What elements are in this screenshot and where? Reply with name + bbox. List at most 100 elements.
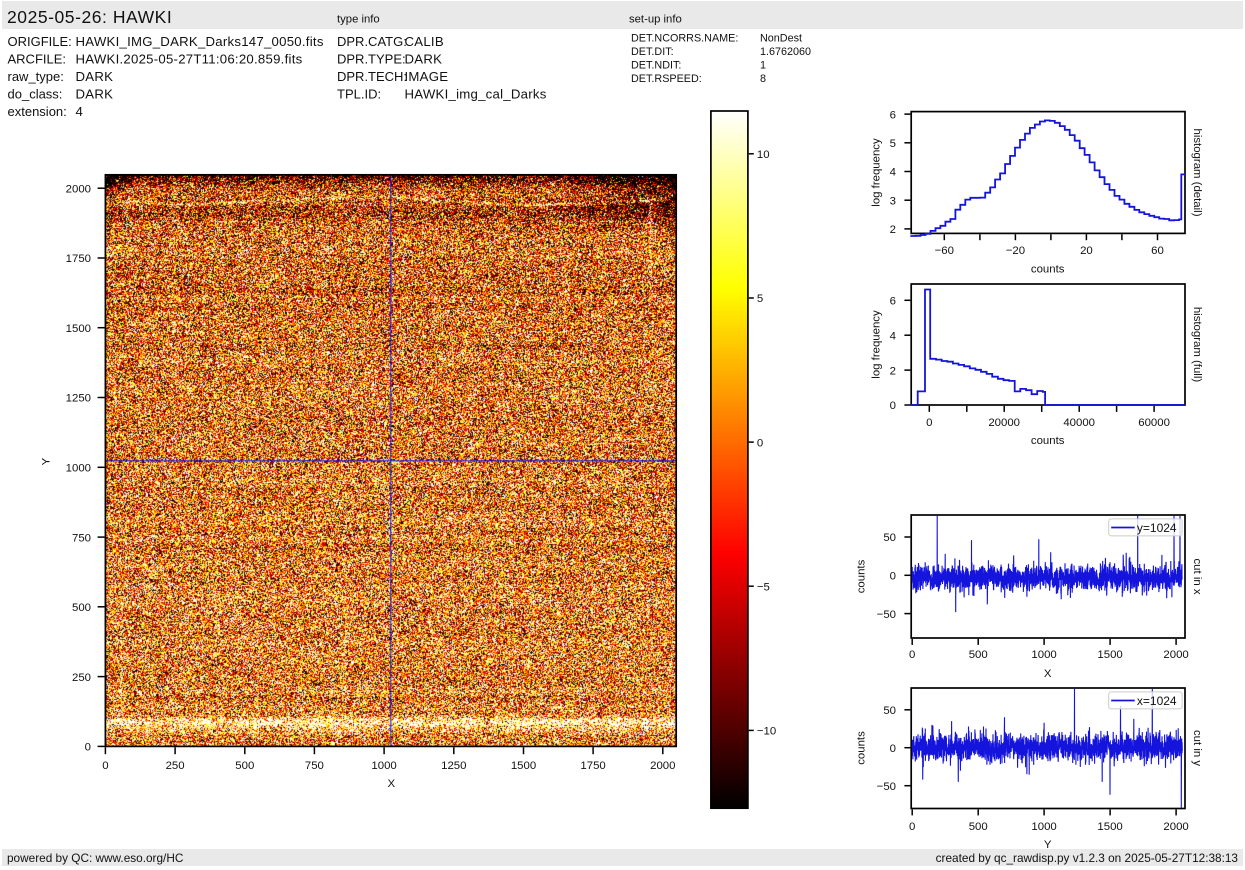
svg-text:DET.NDIT:: DET.NDIT: [631, 60, 681, 72]
svg-text:4: 4 [76, 104, 84, 119]
svg-text:HAWKI_img_cal_Darks: HAWKI_img_cal_Darks [405, 87, 547, 102]
svg-text:0: 0 [890, 743, 896, 755]
svg-text:−60: −60 [935, 245, 954, 257]
svg-text:4: 4 [890, 330, 896, 342]
svg-text:−20: −20 [1006, 245, 1025, 257]
svg-text:8: 8 [760, 73, 766, 85]
svg-text:1250: 1250 [441, 760, 466, 772]
svg-text:250: 250 [72, 672, 91, 684]
svg-text:−10: −10 [757, 726, 776, 738]
svg-text:do_class:: do_class: [8, 87, 63, 102]
svg-text:raw_type:: raw_type: [8, 69, 64, 84]
svg-text:−50: −50 [877, 609, 896, 621]
svg-text:y=1024: y=1024 [1137, 521, 1177, 535]
svg-text:0: 0 [890, 571, 896, 583]
svg-text:NonDest: NonDest [760, 33, 802, 45]
svg-text:−5: −5 [757, 582, 770, 594]
svg-text:DARK: DARK [76, 69, 114, 84]
svg-text:750: 750 [305, 760, 324, 772]
svg-text:DET.DIT:: DET.DIT: [631, 46, 674, 58]
svg-text:type info: type info [337, 14, 380, 26]
svg-text:0: 0 [757, 437, 763, 449]
svg-text:DPR.TECH:: DPR.TECH: [337, 69, 407, 84]
svg-text:500: 500 [235, 760, 254, 772]
svg-text:DARK: DARK [76, 87, 114, 102]
svg-text:counts: counts [1031, 264, 1065, 276]
svg-text:6: 6 [890, 109, 896, 121]
svg-text:1500: 1500 [511, 760, 536, 772]
svg-text:DPR.CATG:: DPR.CATG: [337, 34, 407, 49]
svg-text:−50: −50 [877, 781, 896, 793]
svg-text:5: 5 [757, 293, 763, 305]
svg-text:2000: 2000 [1163, 649, 1188, 661]
svg-text:1500: 1500 [1097, 821, 1122, 833]
svg-text:20: 20 [1080, 245, 1093, 257]
svg-text:X: X [1044, 668, 1052, 680]
svg-text:extension:: extension: [8, 104, 67, 119]
svg-text:60000: 60000 [1138, 417, 1170, 429]
svg-text:powered by QC: www.eso.org/HC: powered by QC: www.eso.org/HC [7, 851, 184, 865]
svg-text:0: 0 [909, 821, 915, 833]
svg-text:4: 4 [890, 167, 896, 179]
svg-text:1000: 1000 [66, 463, 91, 475]
svg-text:20000: 20000 [988, 417, 1020, 429]
svg-text:CALIB: CALIB [405, 34, 444, 49]
svg-text:IMAGE: IMAGE [405, 69, 449, 84]
svg-text:1000: 1000 [1031, 821, 1056, 833]
svg-text:500: 500 [72, 602, 91, 614]
svg-text:counts: counts [1031, 435, 1065, 447]
svg-text:X: X [387, 778, 395, 790]
svg-text:2000: 2000 [650, 760, 675, 772]
svg-text:HAWKI_IMG_DARK_Darks147_0050.f: HAWKI_IMG_DARK_Darks147_0050.fits [76, 34, 324, 49]
svg-text:DPR.TYPE:: DPR.TYPE: [337, 52, 406, 67]
svg-text:60: 60 [1151, 245, 1164, 257]
svg-text:10: 10 [757, 149, 770, 161]
svg-text:x=1024: x=1024 [1137, 694, 1177, 708]
svg-text:0: 0 [926, 417, 932, 429]
svg-text:set-up info: set-up info [629, 14, 682, 26]
svg-text:50: 50 [883, 705, 896, 717]
svg-text:0: 0 [890, 400, 896, 412]
svg-text:50: 50 [883, 532, 896, 544]
svg-text:750: 750 [72, 532, 91, 544]
svg-text:2025-05-26: HAWKI: 2025-05-26: HAWKI [7, 7, 172, 27]
svg-text:3: 3 [890, 195, 896, 207]
svg-text:1000: 1000 [371, 760, 396, 772]
svg-text:2000: 2000 [1163, 821, 1188, 833]
svg-text:ARCFILE:: ARCFILE: [8, 52, 67, 67]
svg-text:0: 0 [85, 742, 91, 754]
svg-text:log frequency: log frequency [871, 310, 883, 379]
svg-text:HAWKI.2025-05-27T11:06:20.859.: HAWKI.2025-05-27T11:06:20.859.fits [76, 52, 303, 67]
svg-text:log frequency: log frequency [871, 138, 883, 207]
svg-text:1250: 1250 [66, 393, 91, 405]
svg-text:1500: 1500 [1097, 649, 1122, 661]
svg-text:0: 0 [909, 649, 915, 661]
svg-text:0: 0 [102, 760, 108, 772]
svg-text:Y: Y [41, 457, 53, 465]
svg-text:40000: 40000 [1063, 417, 1095, 429]
svg-text:Y: Y [1044, 839, 1052, 851]
svg-text:DARK: DARK [405, 52, 443, 67]
svg-text:1500: 1500 [66, 323, 91, 335]
svg-text:2: 2 [890, 365, 896, 377]
svg-text:250: 250 [166, 760, 185, 772]
svg-text:2000: 2000 [66, 183, 91, 195]
svg-text:1.6762060: 1.6762060 [760, 46, 811, 58]
svg-text:TPL.ID:: TPL.ID: [337, 87, 381, 102]
svg-text:500: 500 [969, 649, 988, 661]
svg-text:2: 2 [890, 224, 896, 236]
svg-text:cut in y: cut in y [1191, 730, 1203, 766]
svg-text:created by qc_rawdisp.py v1.2.: created by qc_rawdisp.py v1.2.3 on 2025-… [936, 851, 1239, 865]
svg-text:histogram (detail): histogram (detail) [1191, 129, 1203, 217]
svg-text:DET.RSPEED:: DET.RSPEED: [631, 73, 702, 85]
svg-text:1: 1 [760, 60, 766, 72]
svg-text:counts: counts [856, 731, 868, 765]
svg-text:ORIGFILE:: ORIGFILE: [8, 34, 72, 49]
svg-text:DET.NCORRS.NAME:: DET.NCORRS.NAME: [631, 33, 738, 45]
svg-text:histogram (full): histogram (full) [1191, 307, 1203, 383]
svg-text:1750: 1750 [580, 760, 605, 772]
svg-text:1750: 1750 [66, 253, 91, 265]
svg-text:1000: 1000 [1031, 649, 1056, 661]
svg-text:cut in x: cut in x [1191, 558, 1203, 594]
svg-text:500: 500 [969, 821, 988, 833]
